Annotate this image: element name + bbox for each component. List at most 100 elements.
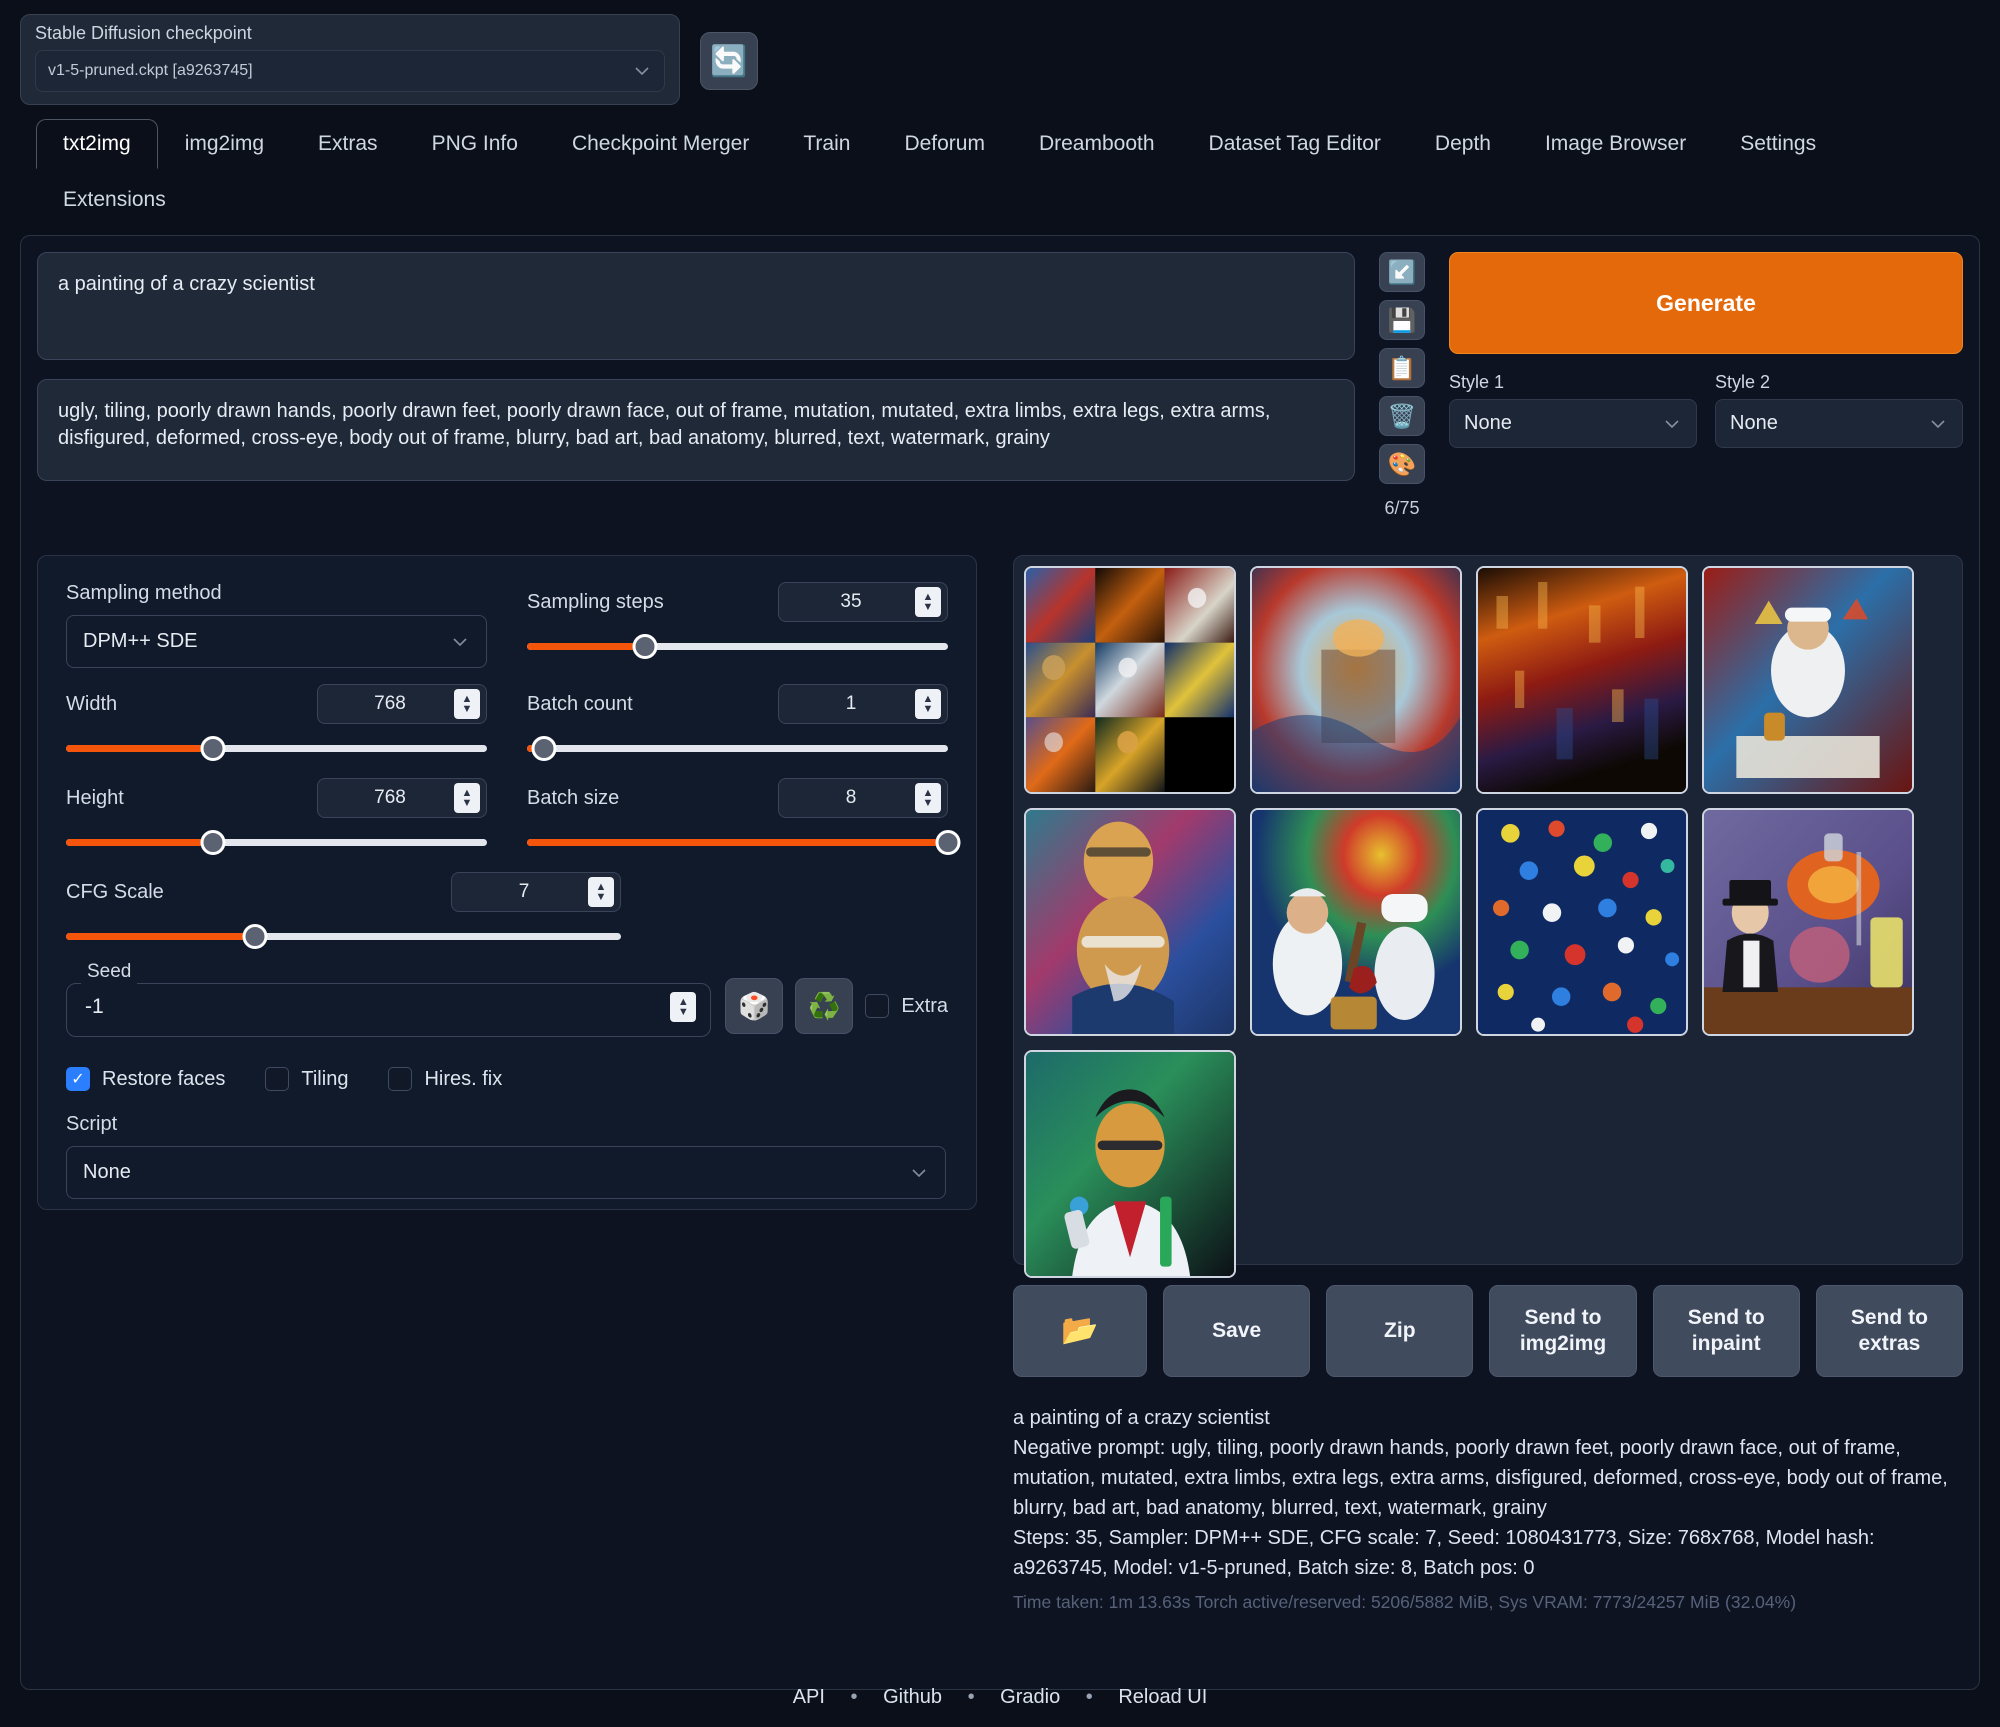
- footer-link-reload-ui[interactable]: Reload UI: [1118, 1686, 1207, 1708]
- restore-faces-checkbox[interactable]: ✓: [66, 1067, 90, 1091]
- image-thumbnail-7[interactable]: [1702, 808, 1914, 1036]
- style-2-select[interactable]: None: [1715, 399, 1963, 448]
- tab-png-info[interactable]: PNG Info: [405, 119, 545, 169]
- batch-size-stepper[interactable]: ▲ ▼: [915, 783, 941, 813]
- height-stepper[interactable]: ▲ ▼: [454, 783, 480, 813]
- tab-extras[interactable]: Extras: [291, 119, 405, 169]
- cfg-scale-stepper[interactable]: ▲ ▼: [588, 877, 614, 907]
- tiling-item[interactable]: Tiling: [265, 1067, 348, 1091]
- sampling-method-select[interactable]: DPM++ SDE: [66, 615, 487, 668]
- generate-column: Generate Style 1 None Style 2 None: [1449, 252, 1963, 519]
- width-number[interactable]: 768 ▲ ▼: [317, 684, 487, 724]
- height-slider[interactable]: [66, 830, 487, 856]
- image-thumbnail-2[interactable]: [1476, 566, 1688, 794]
- height-number[interactable]: 768 ▲ ▼: [317, 778, 487, 818]
- tab-checkpoint-merger[interactable]: Checkpoint Merger: [545, 119, 776, 169]
- extra-seed-checkbox[interactable]: [865, 994, 890, 1018]
- batch-count-number[interactable]: 1 ▲ ▼: [778, 684, 948, 724]
- chevron-down-icon: [450, 632, 470, 652]
- sampling-steps-stepper[interactable]: ▲ ▼: [915, 587, 941, 617]
- footer-link-github[interactable]: Github: [883, 1686, 942, 1708]
- script-value: None: [83, 1161, 131, 1183]
- save-button[interactable]: Save: [1163, 1285, 1311, 1377]
- send-to-inpaint-button[interactable]: Send to inpaint: [1652, 1285, 1800, 1377]
- main-tab-bar-row2: Extensions: [0, 169, 2000, 225]
- height-value: 768: [374, 787, 406, 808]
- seed-row: Seed -1 ▲ ▼ 🎲 ♻️ Extra: [66, 950, 948, 1037]
- tab-dreambooth[interactable]: Dreambooth: [1012, 119, 1182, 169]
- image-thumbnail-6[interactable]: [1476, 808, 1688, 1036]
- generate-button[interactable]: Generate: [1449, 252, 1963, 354]
- width-slider[interactable]: [66, 736, 487, 762]
- hires-fix-checkbox[interactable]: [388, 1067, 413, 1091]
- slider-knob[interactable]: [935, 830, 961, 855]
- tab-image-browser[interactable]: Image Browser: [1518, 119, 1713, 169]
- script-select[interactable]: None: [66, 1146, 946, 1199]
- tab-img2img[interactable]: img2img: [158, 119, 291, 169]
- send-to-extras-button[interactable]: Send to extras: [1815, 1285, 1964, 1377]
- gallery-column: 📂 Save Zip Send to img2img Send to inpai…: [1013, 555, 1964, 1615]
- checkpoint-dropdown[interactable]: Stable Diffusion checkpoint v1-5-pruned.…: [20, 14, 680, 105]
- slider-knob[interactable]: [531, 736, 557, 761]
- slider-knob[interactable]: [632, 634, 658, 659]
- hires-fix-item[interactable]: Hires. fix: [388, 1067, 502, 1091]
- main-tab-bar: txt2img img2img Extras PNG Info Checkpoi…: [0, 105, 2000, 169]
- slider-fill: [527, 643, 645, 650]
- clear-prompt-button[interactable]: 🗑️: [1379, 396, 1425, 436]
- tab-extensions[interactable]: Extensions: [36, 175, 193, 225]
- tab-train[interactable]: Train: [776, 119, 877, 169]
- refresh-checkpoints-button[interactable]: 🔄: [700, 32, 758, 90]
- negative-prompt-input[interactable]: [37, 379, 1355, 481]
- restore-progress-button[interactable]: ↙️: [1379, 252, 1425, 292]
- image-thumbnail-1[interactable]: [1250, 566, 1462, 794]
- footer-separator: •: [850, 1686, 858, 1708]
- sampling-steps-number[interactable]: 35 ▲ ▼: [778, 582, 948, 622]
- batch-size-slider[interactable]: [527, 830, 961, 856]
- width-value: 768: [374, 693, 406, 714]
- image-thumbnail-8[interactable]: [1024, 1050, 1236, 1278]
- style-1-select[interactable]: None: [1449, 399, 1697, 448]
- slider-knob[interactable]: [242, 924, 268, 949]
- seed-field[interactable]: Seed -1 ▲ ▼: [66, 961, 712, 1037]
- paste-button[interactable]: 📋: [1379, 348, 1425, 388]
- tab-dataset-tag-editor[interactable]: Dataset Tag Editor: [1182, 119, 1408, 169]
- tab-deforum[interactable]: Deforum: [877, 119, 1012, 169]
- checkpoint-select[interactable]: v1-5-pruned.ckpt [a9263745]: [35, 50, 665, 92]
- image-thumbnail-3[interactable]: [1702, 566, 1914, 794]
- positive-prompt-input[interactable]: [37, 252, 1355, 360]
- sampler-row: Sampling method DPM++ SDE Sampling steps…: [66, 582, 948, 668]
- width-stepper[interactable]: ▲ ▼: [454, 689, 480, 719]
- batch-count-stepper[interactable]: ▲ ▼: [915, 689, 941, 719]
- send-to-img2img-button[interactable]: Send to img2img: [1489, 1285, 1637, 1377]
- footer-link-api[interactable]: API: [793, 1686, 825, 1708]
- restore-faces-item[interactable]: ✓ Restore faces: [66, 1067, 225, 1091]
- chevron-down-icon: [632, 61, 652, 81]
- cfg-scale-slider[interactable]: [66, 924, 621, 950]
- cfg-scale-group: CFG Scale 7 ▲ ▼: [66, 872, 621, 950]
- apply-style-button[interactable]: 🎨: [1379, 444, 1425, 484]
- tab-settings[interactable]: Settings: [1713, 119, 1843, 169]
- save-style-button[interactable]: 💾: [1379, 300, 1425, 340]
- batch-count-slider[interactable]: [527, 736, 948, 762]
- batch-size-number[interactable]: 8 ▲ ▼: [778, 778, 948, 818]
- random-seed-button[interactable]: 🎲: [725, 978, 784, 1034]
- tiling-checkbox[interactable]: [265, 1067, 290, 1091]
- image-thumbnail-5[interactable]: [1250, 808, 1462, 1036]
- zip-button[interactable]: Zip: [1326, 1285, 1474, 1377]
- image-thumbnail-4[interactable]: [1024, 808, 1236, 1036]
- tab-depth[interactable]: Depth: [1408, 119, 1518, 169]
- grid-montage-thumbnail[interactable]: [1024, 566, 1236, 794]
- script-group: Script None: [66, 1113, 948, 1199]
- open-folder-button[interactable]: 📂: [1013, 1285, 1147, 1377]
- sampling-steps-group: Sampling steps 35 ▲ ▼: [527, 582, 948, 668]
- recycle-seed-button[interactable]: ♻️: [795, 978, 854, 1034]
- tab-txt2img[interactable]: txt2img: [36, 119, 158, 169]
- slider-knob[interactable]: [200, 830, 226, 855]
- footer-link-gradio[interactable]: Gradio: [1000, 1686, 1060, 1708]
- cfg-scale-number[interactable]: 7 ▲ ▼: [451, 872, 621, 912]
- txt2img-panel: ↙️ 💾 📋 🗑️ 🎨 6/75 Generate Style 1: [20, 235, 1980, 1690]
- sampling-steps-slider[interactable]: [527, 634, 948, 660]
- gallery-actions: 📂 Save Zip Send to img2img Send to inpai…: [1013, 1285, 1964, 1377]
- seed-stepper[interactable]: ▲ ▼: [670, 992, 697, 1022]
- slider-knob[interactable]: [200, 736, 226, 761]
